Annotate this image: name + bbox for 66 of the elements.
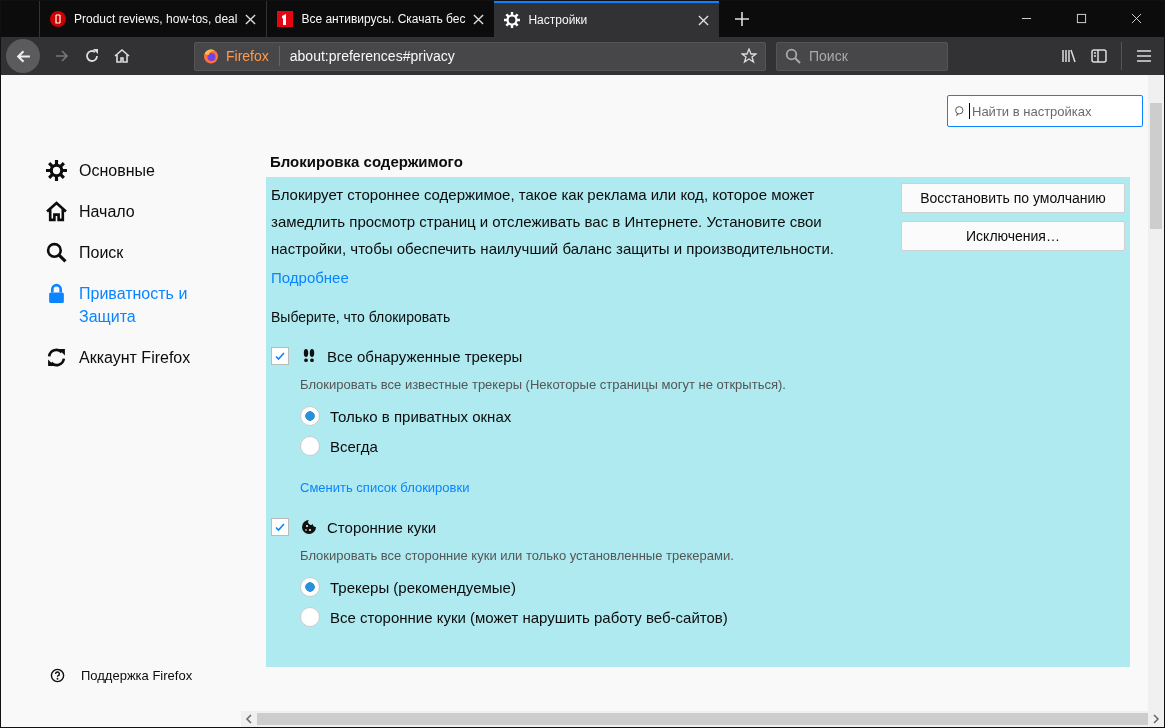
hint-text: Блокировать все известные трекеры (Некоторые страницы могут не открыться). <box>300 377 787 392</box>
close-icon[interactable] <box>473 13 485 25</box>
gear-icon <box>46 160 67 181</box>
prompt-text: Выберите, что блокировать <box>271 309 452 325</box>
site-logo-icon <box>50 11 66 27</box>
category-item[interactable]: Поиск <box>46 239 206 266</box>
help-icon <box>50 668 65 683</box>
gear-icon <box>504 12 521 28</box>
search-icon <box>954 104 967 118</box>
sync-icon <box>46 347 67 368</box>
search-icon <box>46 242 67 263</box>
star-icon[interactable] <box>741 48 757 64</box>
option-label[interactable]: Все обнаруженные трекеры <box>327 347 523 365</box>
checkbox[interactable] <box>271 347 289 365</box>
restore-defaults-button[interactable]: Восстановить по умолчанию <box>901 183 1125 213</box>
horizontal-scrollbar[interactable] <box>241 711 1164 727</box>
close-icon[interactable] <box>1131 13 1142 24</box>
address-bar[interactable]: Firefox about:preferences#privacy <box>194 41 766 71</box>
cookie-icon <box>301 519 317 535</box>
url-text: about:preferences#privacy <box>289 48 455 64</box>
description-text: Блокирует стороннее содержимое, такое как реклама или код, которое может замедлить просмотр страниц и отслеживать вас в Интернете. Установите свои настройки, чтобы обеспечить наилучший баланс защиты и производительности. <box>271 185 835 259</box>
tab-title: Product reviews, how-tos, deal <box>74 12 238 26</box>
radio-button[interactable] <box>300 436 320 456</box>
fox-logo-icon <box>203 48 219 64</box>
exceptions-button[interactable]: Исключения… <box>901 221 1125 251</box>
footprints-icon <box>301 348 317 364</box>
radio-label[interactable]: Всегда <box>330 437 378 455</box>
section-title: Блокировка содержимого <box>270 153 464 170</box>
close-icon[interactable] <box>698 14 710 26</box>
search-icon <box>785 48 801 64</box>
category-item[interactable]: Основные <box>46 157 206 184</box>
category-item[interactable]: Приватность и Защита <box>46 280 206 330</box>
radio-label[interactable]: Все сторонние куки (может нарушить работу веб-сайтов) <box>330 608 728 626</box>
radio-label[interactable]: Трекеры (рекомендуемые) <box>330 578 516 596</box>
site-logo-icon <box>277 11 294 27</box>
forward-arrow-icon[interactable] <box>54 48 70 64</box>
checkmark-icon <box>274 521 286 533</box>
checkmark-icon <box>274 350 286 362</box>
lock-icon <box>46 283 67 304</box>
close-icon[interactable] <box>245 13 257 25</box>
category-item[interactable]: Аккаунт Firefox <box>46 344 206 371</box>
home-icon <box>46 201 67 222</box>
maximize-icon[interactable] <box>1076 13 1087 24</box>
support-link[interactable]: Поддержка Firefox <box>50 668 241 683</box>
radio-button[interactable] <box>300 577 320 597</box>
radio-button[interactable] <box>300 406 320 426</box>
option-label[interactable]: Сторонние куки <box>327 518 437 536</box>
tab-title: Настройки <box>528 13 589 27</box>
hint-text: Блокировать все сторонние куки или только установленные трекерами. <box>300 548 735 563</box>
library-icon[interactable] <box>1061 48 1077 64</box>
back-button[interactable] <box>6 39 40 73</box>
category-item[interactable]: Начало <box>46 198 206 225</box>
menu-icon[interactable] <box>1136 48 1152 64</box>
sidebar-icon[interactable] <box>1091 48 1107 64</box>
reload-icon[interactable] <box>84 48 100 64</box>
radio-label[interactable]: Только в приватных окнах <box>330 407 512 425</box>
radio-button[interactable] <box>300 607 320 627</box>
home-icon[interactable] <box>114 48 130 64</box>
vertical-scrollbar[interactable] <box>1148 75 1164 711</box>
search-field[interactable]: Поиск <box>776 41 948 71</box>
checkbox[interactable] <box>271 518 289 536</box>
identity-label: Firefox <box>226 48 269 64</box>
plus-icon[interactable] <box>735 12 750 26</box>
browser-tab[interactable]: Настройки <box>494 1 720 37</box>
tab-title: Все антивирусы. Скачать бес <box>301 12 466 26</box>
settings-search-field[interactable]: Найти в настройках <box>947 95 1143 127</box>
